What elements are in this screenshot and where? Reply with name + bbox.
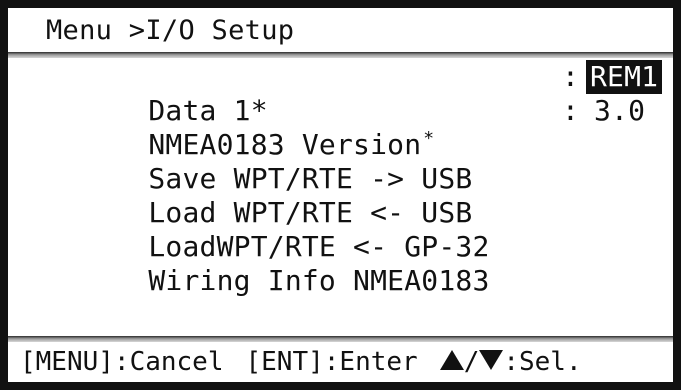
io-setup-menu: Data 1* : REM1 NMEA0183 Version * : 3.0 S… bbox=[46, 60, 663, 297]
value-colon: : bbox=[562, 60, 580, 93]
select-hint: :Sel. bbox=[503, 347, 582, 377]
page-title: Menu >I/O Setup bbox=[46, 14, 295, 46]
menu-item-load-wpt-gp32[interactable]: LoadWPT/RTE <- GP-32 bbox=[46, 196, 655, 263]
menu-item-data1[interactable]: Data 1* : REM1 bbox=[46, 60, 663, 127]
nmea-version-value[interactable]: 3.0 bbox=[590, 94, 649, 128]
triangle-down-icon bbox=[479, 350, 504, 370]
menu-item-load-wpt-usb[interactable]: Load WPT/RTE <- USB bbox=[46, 162, 655, 229]
value-colon: : bbox=[562, 94, 580, 127]
breadcrumb: Menu >I/O Setup bbox=[8, 8, 673, 52]
cancel-hint: [MENU]:Cancel bbox=[20, 347, 224, 377]
menu-item-nmea-version[interactable]: NMEA0183 Version * : 3.0 bbox=[46, 94, 655, 161]
lcd-screen: Menu >I/O Setup Data 1* : REM1 NMEA0183 … bbox=[0, 0, 681, 390]
menu-item-label: Wiring Info NMEA0183 bbox=[148, 264, 490, 297]
data1-value-selected[interactable]: REM1 bbox=[586, 60, 663, 94]
enter-hint: [ENT]:Enter bbox=[245, 347, 418, 377]
menu-item-wiring-info[interactable]: Wiring Info NMEA0183 bbox=[46, 230, 655, 297]
triangle-up-icon bbox=[439, 350, 464, 370]
header-divider bbox=[8, 52, 673, 58]
key-guide: [MENU]:Cancel [ENT]:Enter / :Sel. bbox=[8, 342, 673, 382]
menu-item-save-wpt-usb[interactable]: Save WPT/RTE -> USB bbox=[46, 128, 655, 195]
arrow-separator: / bbox=[463, 347, 480, 377]
